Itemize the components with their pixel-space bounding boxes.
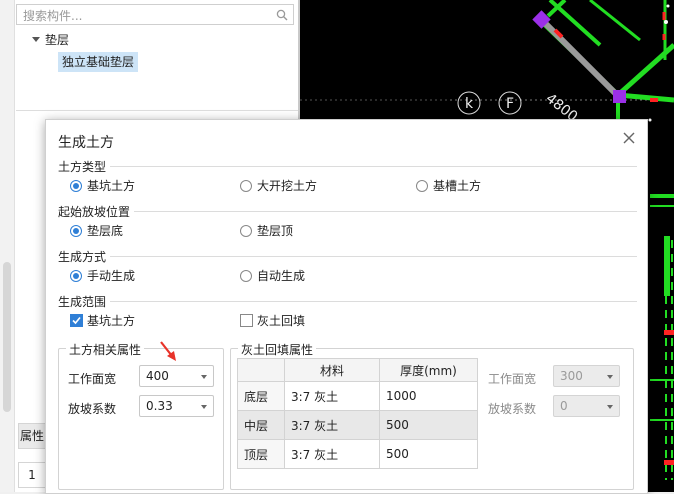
radio-button[interactable] [240, 269, 252, 282]
radio-button[interactable] [70, 224, 82, 237]
backfill-slope-coef-combo[interactable]: 0 [553, 395, 620, 417]
material-cell[interactable]: 3:7 灰土 [284, 439, 380, 469]
thickness-cell[interactable]: 500 [379, 410, 478, 440]
table-row[interactable]: 中层 3:7 灰土 500 [237, 410, 478, 440]
section-earth-type-title: 土方类型 [58, 158, 111, 175]
tree-node-label: 垫层 [45, 33, 70, 47]
tree-node-independent-foundation-cushion[interactable]: 独立基础垫层 [58, 52, 139, 72]
dropdown-arrow-icon[interactable] [607, 405, 613, 409]
row-header: 顶层 [237, 439, 285, 469]
radio-manual-generate[interactable]: 手动生成 [70, 268, 135, 284]
section-gen-mode-title: 生成方式 [58, 248, 111, 265]
radio-large-excavation[interactable]: 大开挖土方 [240, 178, 317, 194]
annotation-arrow-icon [160, 341, 176, 361]
radio-button[interactable] [70, 179, 82, 192]
section-divider [58, 211, 637, 212]
left-scrollbar[interactable] [0, 0, 15, 492]
section-divider [58, 256, 637, 257]
combo-value: 400 [146, 369, 169, 383]
search-icon[interactable] [276, 9, 288, 21]
option-label: 基坑土方 [87, 314, 136, 328]
close-icon[interactable] [621, 130, 637, 146]
section-slope-start-title: 起始放坡位置 [58, 203, 135, 220]
row-header: 底层 [237, 381, 285, 411]
thickness-cell[interactable]: 1000 [379, 381, 478, 411]
table-row[interactable]: 顶层 3:7 灰土 500 [237, 439, 478, 469]
work-width-combo[interactable]: 400 [139, 365, 214, 387]
combo-value: 0 [560, 399, 568, 413]
checkbox[interactable] [70, 314, 83, 327]
dialog-title: 生成土方 [58, 135, 114, 151]
combo-value: 0.33 [146, 399, 173, 413]
backfill-slope-coef-label: 放坡系数 [488, 402, 537, 416]
panel-divider [16, 110, 298, 111]
combo-value: 300 [560, 369, 583, 383]
axis-label-f: F [506, 96, 514, 112]
radio-button[interactable] [240, 224, 252, 237]
checkbox-pit-earthwork[interactable]: 基坑土方 [70, 313, 135, 329]
radio-trench-earthwork[interactable]: 基槽土方 [416, 178, 481, 194]
option-label: 垫层顶 [257, 224, 294, 238]
work-width-label: 工作面宽 [68, 372, 117, 386]
axis-label-k: k [465, 96, 474, 112]
backfill-work-width-combo[interactable]: 300 [553, 365, 620, 387]
radio-pit-earthwork[interactable]: 基坑土方 [70, 178, 135, 194]
section-divider [58, 166, 637, 167]
radio-button[interactable] [70, 269, 82, 282]
checkmark-icon [72, 316, 81, 325]
column-header [237, 358, 285, 382]
properties-row-number: 1 [18, 462, 46, 488]
option-label: 基槽土方 [433, 179, 482, 193]
component-search-box[interactable] [16, 4, 294, 25]
table-row[interactable]: 底层 3:7 灰土 1000 [237, 381, 478, 411]
dropdown-arrow-icon[interactable] [201, 405, 207, 409]
option-label: 手动生成 [87, 269, 136, 283]
expand-caret-icon[interactable] [32, 37, 40, 42]
backfill-props-title: 灰土回填属性 [238, 341, 317, 358]
dropdown-arrow-icon[interactable] [607, 375, 613, 379]
section-gen-scope-title: 生成范围 [58, 293, 111, 310]
properties-header: 属性 [18, 423, 46, 449]
column-header: 厚度(mm) [379, 358, 478, 382]
backfill-layers-table: 材料 厚度(mm) 底层 3:7 灰土 1000 中层 3:7 灰土 500 顶… [237, 358, 478, 469]
earth-props-title: 土方相关属性 [66, 341, 145, 358]
tree-node-dianceng[interactable]: 垫层 [32, 31, 69, 49]
material-cell[interactable]: 3:7 灰土 [284, 381, 380, 411]
slope-coef-label: 放坡系数 [68, 402, 117, 416]
material-cell[interactable]: 3:7 灰土 [284, 410, 380, 440]
column-header: 材料 [284, 358, 380, 382]
dropdown-arrow-icon[interactable] [201, 375, 207, 379]
option-label: 大开挖土方 [257, 179, 318, 193]
generate-earthwork-dialog: 生成土方 土方类型 基坑土方 大开挖土方 基槽土方 起始放坡位置 垫层底 垫层顶… [45, 119, 648, 494]
backfill-work-width-label: 工作面宽 [488, 372, 537, 386]
checkbox[interactable] [240, 314, 253, 327]
radio-auto-generate[interactable]: 自动生成 [240, 268, 305, 284]
option-label: 基坑土方 [87, 179, 136, 193]
component-search-input[interactable] [21, 6, 275, 25]
radio-button[interactable] [240, 179, 252, 192]
option-label: 垫层底 [87, 224, 124, 238]
section-divider [58, 301, 637, 302]
radio-cushion-top[interactable]: 垫层顶 [240, 223, 293, 239]
slope-coef-combo[interactable]: 0.33 [139, 395, 214, 417]
radio-button[interactable] [416, 179, 428, 192]
radio-cushion-bottom[interactable]: 垫层底 [70, 223, 123, 239]
option-label: 灰土回填 [257, 314, 306, 328]
checkbox-lime-backfill[interactable]: 灰土回填 [240, 313, 305, 329]
thickness-cell[interactable]: 500 [379, 439, 478, 469]
left-scrollbar-thumb[interactable] [3, 262, 11, 412]
row-header: 中层 [237, 410, 285, 440]
option-label: 自动生成 [257, 269, 306, 283]
